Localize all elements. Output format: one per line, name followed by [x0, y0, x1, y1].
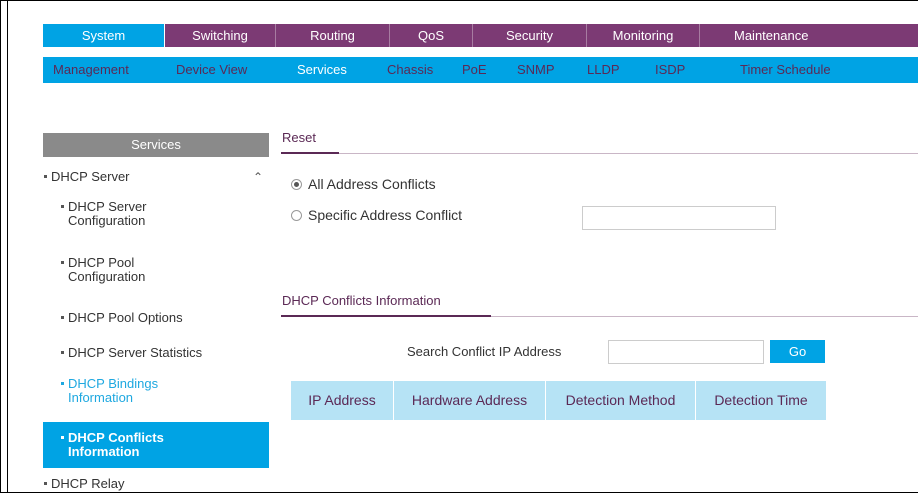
search-conflict-input[interactable] [608, 340, 764, 364]
sidebar-item-dhcp-pool-configuration[interactable]: DHCP Pool Configuration [43, 256, 269, 284]
sidebar-item-label: DHCP Bindings Information [68, 376, 159, 405]
top-nav-routing[interactable]: Routing [276, 24, 390, 47]
sidebar-item-label: DHCP Server Statistics [68, 345, 203, 360]
bullet-icon [44, 175, 47, 179]
sidebar-item-label: DHCP Relay [51, 476, 125, 491]
sidebar-item-label: DHCP Pool Configuration [68, 255, 146, 284]
sidebar-item-dhcp-server-configuration[interactable]: DHCP Server Configuration [43, 200, 269, 228]
sub-nav-lldp[interactable]: LLDP [587, 57, 620, 83]
bullet-icon [61, 261, 64, 265]
sidebar: Services [43, 133, 269, 157]
bullet-icon [61, 382, 64, 386]
sidebar-item-dhcp-server-statistics[interactable]: DHCP Server Statistics [43, 346, 269, 360]
radio-specific-label: Specific Address Conflict [308, 207, 463, 223]
top-nav: System Switching Routing QoS Security Mo… [43, 24, 918, 47]
sidebar-item-dhcp-bindings-information[interactable]: DHCP Bindings Information [43, 377, 269, 405]
radio-all-icon[interactable] [291, 178, 302, 190]
search-conflict-label: Search Conflict IP Address [407, 344, 562, 359]
sidebar-item-dhcp-relay[interactable]: DHCP Relay [43, 476, 269, 492]
sidebar-item-label: DHCP Conflicts Information [68, 430, 164, 459]
conflicts-table-header: IP Address Hardware Address Detection Me… [291, 381, 826, 420]
top-nav-maintenance[interactable]: Maintenance [700, 24, 918, 47]
top-nav-monitoring[interactable]: Monitoring [587, 24, 700, 47]
bullet-icon [61, 205, 64, 209]
sub-nav-management[interactable]: Management [53, 57, 129, 83]
bullet-icon [61, 351, 64, 355]
bullet-icon [44, 482, 47, 486]
chevron-up-icon[interactable]: ⌃ [253, 169, 263, 185]
column-header-detection-method[interactable]: Detection Method [546, 381, 696, 420]
sub-nav-isdp[interactable]: ISDP [655, 57, 685, 83]
top-nav-system[interactable]: System [43, 24, 165, 47]
bullet-icon [61, 436, 64, 440]
sub-nav-poe[interactable]: PoE [462, 57, 487, 83]
sub-nav-chassis[interactable]: Chassis [387, 57, 433, 83]
reset-section-title: Reset [282, 130, 316, 145]
radio-specific-icon[interactable] [291, 209, 302, 221]
reset-divider [281, 152, 918, 154]
sub-nav-snmp[interactable]: SNMP [517, 57, 555, 83]
column-header-detection-time[interactable]: Detection Time [696, 381, 826, 420]
sidebar-item-label: DHCP Server [51, 169, 130, 184]
sidebar-title: Services [43, 133, 269, 157]
conflicts-section-title: DHCP Conflicts Information [282, 293, 441, 308]
bullet-icon [61, 316, 64, 320]
specific-address-input[interactable] [582, 206, 776, 230]
sub-nav-timer-schedule[interactable]: Timer Schedule [740, 57, 831, 83]
radio-all-address-conflicts[interactable]: All Address Conflicts [291, 176, 436, 192]
radio-all-label: All Address Conflicts [308, 176, 436, 192]
conflicts-divider [281, 315, 918, 317]
sub-nav: Management Device View Services Chassis … [43, 57, 918, 83]
column-header-hardware-address[interactable]: Hardware Address [394, 381, 546, 420]
sub-nav-device-view[interactable]: Device View [176, 57, 247, 83]
top-nav-qos[interactable]: QoS [390, 24, 473, 47]
top-nav-switching[interactable]: Switching [165, 24, 276, 47]
column-header-ip-address[interactable]: IP Address [291, 381, 394, 420]
app-frame: System Switching Routing QoS Security Mo… [0, 0, 918, 493]
sidebar-item-label: DHCP Server Configuration [68, 199, 147, 228]
sidebar-item-dhcp-pool-options[interactable]: DHCP Pool Options [43, 311, 269, 325]
sidebar-item-dhcp-conflicts-information[interactable]: DHCP Conflicts Information [43, 422, 269, 468]
go-button[interactable]: Go [770, 340, 825, 363]
sidebar-item-dhcp-server[interactable]: DHCP Server ⌃ [43, 169, 269, 185]
radio-specific-address-conflict[interactable]: Specific Address Conflict [291, 207, 462, 223]
sub-nav-services[interactable]: Services [297, 57, 347, 83]
sidebar-item-label: DHCP Pool Options [68, 310, 183, 325]
top-nav-security[interactable]: Security [473, 24, 587, 47]
